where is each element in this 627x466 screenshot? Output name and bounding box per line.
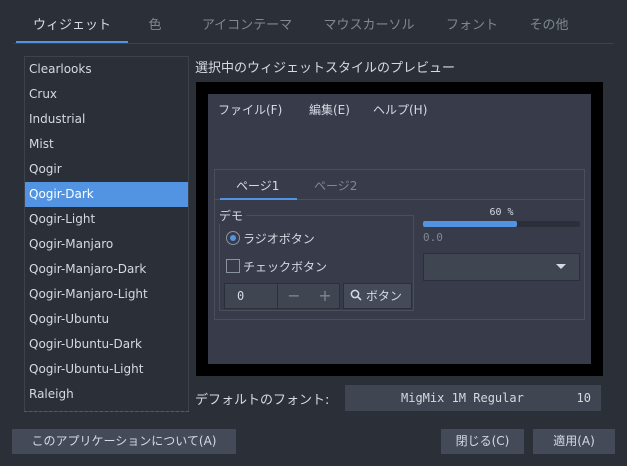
chevron-down-icon (556, 264, 566, 269)
tab-bar: ウィジェット 色 アイコンテーマ マウスカーソル フォント その他 (14, 9, 614, 43)
tab-separator (14, 43, 614, 44)
notebook-tab-indicator (220, 198, 297, 200)
list-item[interactable]: Qogir-Ubuntu (25, 307, 188, 332)
scale-value: 0.0 (423, 231, 443, 244)
spin-entry[interactable]: 0 (225, 284, 278, 308)
list-item[interactable]: Qogir-Ubuntu-Dark (25, 332, 188, 357)
search-button-label: ボタン (365, 289, 402, 303)
tab-widgets[interactable]: ウィジェット (16, 9, 128, 43)
list-item[interactable]: Qogir-Light (25, 207, 188, 232)
font-size: 10 (576, 391, 591, 405)
list-item[interactable]: Qogir-Manjaro (25, 232, 188, 257)
list-item[interactable]: Qogir (25, 157, 188, 182)
theme-list[interactable]: Clearlooks Crux Industrial Mist Qogir Qo… (24, 56, 189, 412)
tab-other[interactable]: その他 (520, 9, 578, 43)
check-label[interactable]: チェックボタン (243, 258, 327, 275)
tab-icon-theme[interactable]: アイコンテーマ (192, 9, 302, 43)
demo-frame-label: デモ (219, 207, 247, 224)
tab-fonts[interactable]: フォント (438, 9, 506, 43)
menu-file[interactable]: ファイル(F) (218, 101, 282, 119)
apply-button[interactable]: 適用(A) (532, 428, 616, 455)
progress-text: 60 % (489, 207, 514, 218)
tab-colors[interactable]: 色 (138, 9, 172, 43)
spin-decrement-button[interactable]: − (280, 284, 308, 308)
about-button[interactable]: このアプリケーションについて(A) (11, 428, 237, 455)
radio-dot-icon (230, 235, 236, 241)
search-icon (350, 289, 362, 301)
default-font-label: デフォルトのフォント: (195, 393, 330, 408)
menu-edit[interactable]: 編集(E) (309, 101, 350, 119)
list-item[interactable]: Clearlooks (25, 57, 188, 82)
close-button[interactable]: 閉じる(C) (440, 428, 525, 455)
menu-help[interactable]: ヘルプ(H) (373, 101, 427, 119)
search-button[interactable]: ボタン (343, 283, 412, 309)
list-item[interactable]: Qogir-Manjaro-Dark (25, 257, 188, 282)
list-item[interactable]: Qogir-Ubuntu-Light (25, 357, 188, 382)
tab-mouse-cursor[interactable]: マウスカーソル (314, 9, 424, 43)
font-chooser-button[interactable]: MigMix 1M Regular 10 (344, 384, 602, 412)
list-item[interactable]: Qogir-Manjaro-Light (25, 282, 188, 307)
list-item[interactable]: Raleigh (25, 382, 188, 407)
progress-bar-fill (423, 221, 517, 227)
list-item[interactable]: Mist (25, 132, 188, 157)
list-item[interactable]: Crux (25, 82, 188, 107)
notebook-tab-page2[interactable]: ページ2 (314, 177, 357, 194)
list-scroll-edge (24, 411, 189, 412)
radio-label[interactable]: ラジオボタン (243, 230, 315, 247)
list-item-selected[interactable]: Qogir-Dark (25, 182, 188, 207)
notebook-tab-page1[interactable]: ページ1 (236, 177, 279, 194)
check-button[interactable] (226, 259, 240, 273)
list-item[interactable]: Industrial (25, 107, 188, 132)
preview-label: 選択中のウィジェットスタイルのプレビュー (195, 61, 456, 76)
spin-increment-button[interactable]: + (311, 284, 339, 308)
font-name: MigMix 1M Regular (401, 391, 524, 405)
